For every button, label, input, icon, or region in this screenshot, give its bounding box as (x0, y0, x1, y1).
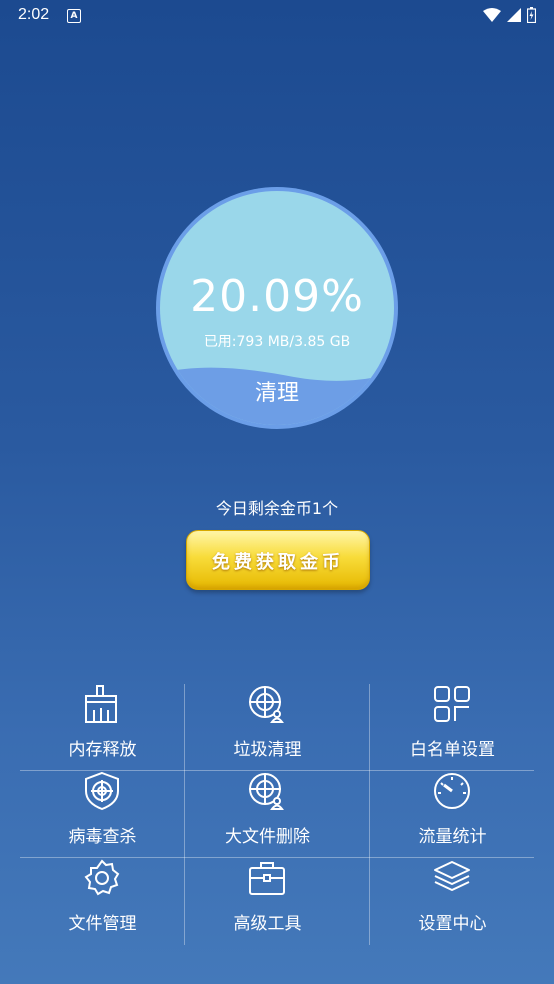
clean-button[interactable]: 清理 (227, 375, 327, 407)
tool-label: 病毒查杀 (68, 827, 137, 847)
tool-advanced-tools[interactable]: 高级工具 (185, 858, 350, 944)
tool-memory-release[interactable]: 内存释放 (20, 684, 185, 770)
broom-icon (85, 685, 117, 723)
tool-file-manager[interactable]: 文件管理 (20, 858, 185, 944)
tool-label: 白名单设置 (410, 740, 495, 760)
toolbox-icon (249, 862, 285, 895)
gear-icon (84, 859, 120, 896)
tools-grid: 内存释放 垃圾清理 白名单设置 病毒查杀 大文件删除 流量统计 文件管理 高级工… (20, 684, 534, 945)
tool-label: 流量统计 (418, 827, 487, 847)
tool-traffic-stats[interactable]: 流量统计 (370, 771, 535, 857)
wifi-icon (483, 8, 501, 22)
tool-label: 高级工具 (233, 914, 302, 934)
get-coins-button[interactable]: 免费获取金币 (186, 530, 370, 590)
layers-icon (434, 861, 470, 891)
status-time: 2:02 (18, 6, 50, 23)
radar-user-icon (249, 686, 284, 723)
memory-used-text: 已用:793 MB/3.85 GB (203, 334, 351, 350)
speedometer-icon (434, 773, 470, 809)
tool-junk-clean[interactable]: 垃圾清理 (185, 684, 350, 770)
tool-label: 内存释放 (68, 740, 137, 760)
tool-label: 设置中心 (418, 914, 487, 934)
tool-label: 文件管理 (68, 914, 137, 934)
status-bar: 2:02 A (0, 0, 554, 32)
tool-large-file-delete[interactable]: 大文件删除 (185, 771, 350, 857)
tool-label: 大文件删除 (225, 827, 310, 847)
signal-icon (507, 8, 521, 22)
tool-whitelist[interactable]: 白名单设置 (370, 684, 535, 770)
apps-grid-icon (434, 686, 470, 722)
battery-icon (527, 7, 536, 23)
memory-gauge[interactable]: 20.09% 已用:793 MB/3.85 GB 清理 (154, 185, 400, 431)
notification-a-icon: A (67, 9, 81, 23)
coins-remaining-text: 今日剩余金币1个 (215, 499, 339, 518)
radar-user-icon (249, 773, 284, 810)
get-coins-label: 免费获取金币 (212, 552, 344, 573)
memory-percent: 20.09% (190, 271, 364, 322)
shield-target-icon (85, 771, 119, 811)
tool-label: 垃圾清理 (233, 740, 302, 760)
tool-virus-scan[interactable]: 病毒查杀 (20, 771, 185, 857)
tool-settings-center[interactable]: 设置中心 (370, 858, 535, 944)
